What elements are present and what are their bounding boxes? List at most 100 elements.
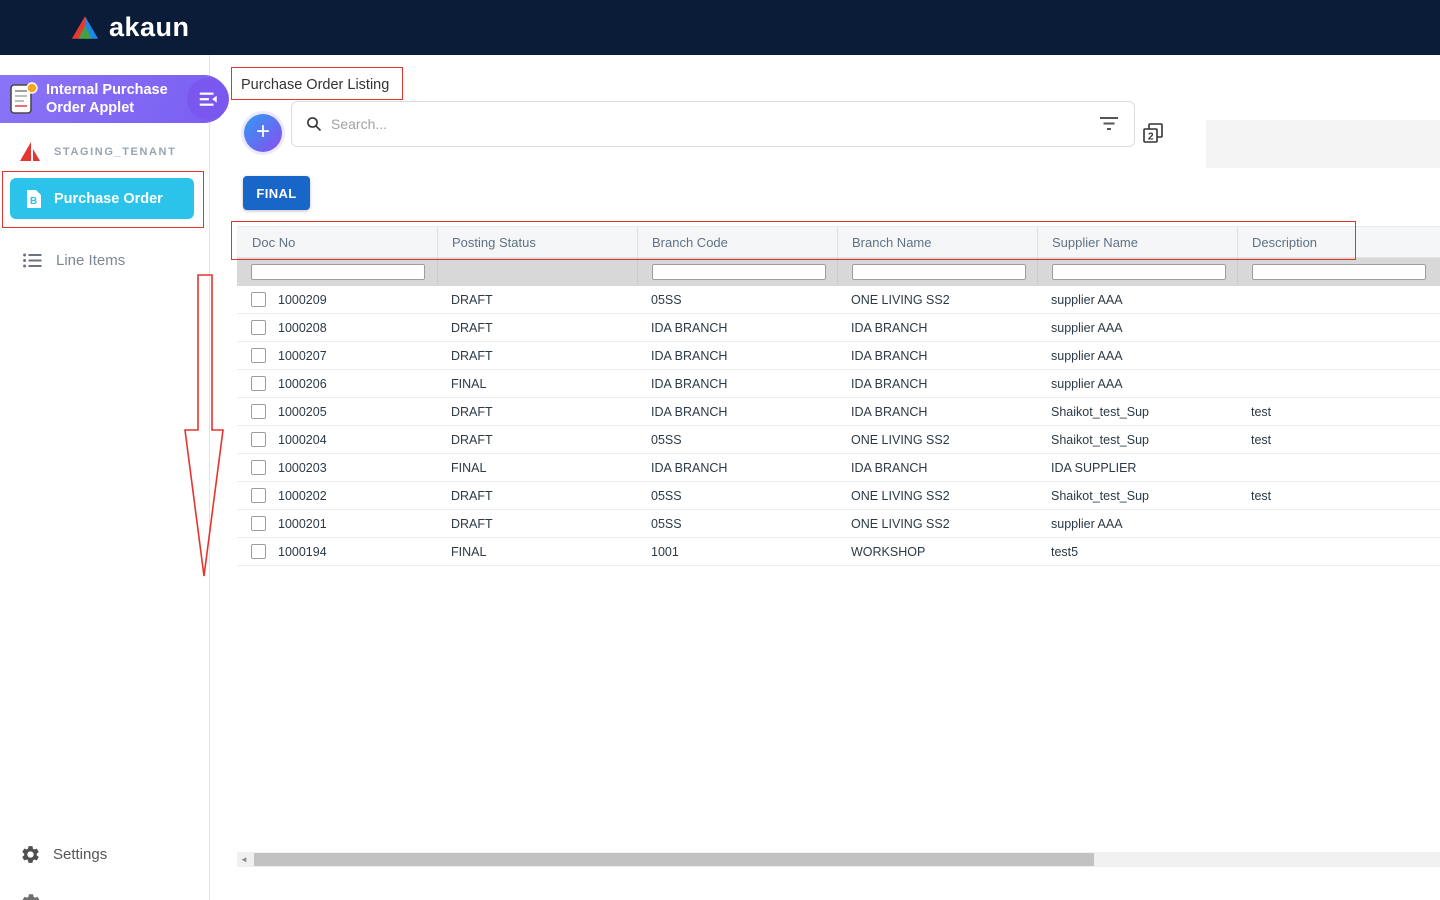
table-header-row: Doc No Posting Status Branch Code Branch… — [237, 226, 1440, 258]
row-checkbox[interactable] — [251, 516, 266, 531]
cell-branch-name: ONE LIVING SS2 — [837, 510, 1037, 537]
cell-supplier-name: supplier AAA — [1037, 286, 1237, 313]
cell-branch-code: IDA BRANCH — [637, 342, 837, 369]
row-checkbox[interactable] — [251, 404, 266, 419]
cell-branch-name: IDA BRANCH — [837, 342, 1037, 369]
cell-description: test — [1237, 398, 1440, 425]
table-row[interactable]: 1000207 DRAFT IDA BRANCH IDA BRANCH supp… — [237, 342, 1440, 370]
cell-doc-no: 1000207 — [278, 349, 327, 363]
pages-icon[interactable]: 2 — [1141, 121, 1165, 145]
cell-branch-name: IDA BRANCH — [837, 370, 1037, 397]
column-header-doc-no: Doc No — [237, 227, 437, 257]
cell-description — [1237, 510, 1440, 537]
logo-text: akaun — [109, 12, 190, 43]
cell-branch-code: IDA BRANCH — [637, 370, 837, 397]
cell-description — [1237, 314, 1440, 341]
column-header-posting-status: Posting Status — [437, 227, 637, 257]
tenant-row: STAGING_TENANT — [16, 139, 176, 165]
row-checkbox[interactable] — [251, 488, 266, 503]
cell-posting-status: DRAFT — [437, 510, 637, 537]
table-row[interactable]: 1000206 FINAL IDA BRANCH IDA BRANCH supp… — [237, 370, 1440, 398]
add-button[interactable]: + — [244, 114, 282, 152]
cell-doc-no: 1000208 — [278, 321, 327, 335]
cell-branch-code: 1001 — [637, 538, 837, 565]
cell-posting-status: FINAL — [437, 370, 637, 397]
cell-branch-name: ONE LIVING SS2 — [837, 482, 1037, 509]
filter-input-branch-name[interactable] — [852, 264, 1026, 280]
table-body: 1000209 DRAFT 05SS ONE LIVING SS2 suppli… — [237, 286, 1440, 566]
cell-doc-no: 1000201 — [278, 517, 327, 531]
search-bar — [291, 101, 1135, 147]
applet-icon — [4, 80, 42, 118]
cell-branch-code: IDA BRANCH — [637, 398, 837, 425]
final-filter-button[interactable]: FINAL — [243, 176, 310, 210]
cell-supplier-name: supplier AAA — [1037, 370, 1237, 397]
column-header-branch-code: Branch Code — [637, 227, 837, 257]
gear-icon — [20, 844, 41, 865]
filter-input-description[interactable] — [1252, 264, 1426, 280]
cell-branch-name: ONE LIVING SS2 — [837, 426, 1037, 453]
cell-supplier-name: Shaikot_test_Sup — [1037, 398, 1237, 425]
scroll-left-arrow[interactable]: ◄ — [237, 852, 251, 867]
row-checkbox[interactable] — [251, 348, 266, 363]
cell-posting-status: DRAFT — [437, 314, 637, 341]
table-row[interactable]: 1000209 DRAFT 05SS ONE LIVING SS2 suppli… — [237, 286, 1440, 314]
cell-supplier-name: IDA SUPPLIER — [1037, 454, 1237, 481]
cell-supplier-name: supplier AAA — [1037, 314, 1237, 341]
column-header-supplier-name: Supplier Name — [1037, 227, 1237, 257]
filter-input-doc-no[interactable] — [251, 264, 425, 280]
column-header-branch-name: Branch Name — [837, 227, 1037, 257]
table-filter-row — [237, 258, 1440, 286]
row-checkbox[interactable] — [251, 292, 266, 307]
sidebar-item-settings[interactable]: Settings — [0, 836, 210, 872]
cell-posting-status: FINAL — [437, 454, 637, 481]
cell-branch-name: WORKSHOP — [837, 538, 1037, 565]
search-input[interactable] — [331, 116, 1089, 132]
cell-posting-status: DRAFT — [437, 398, 637, 425]
purchase-order-table: Doc No Posting Status Branch Code Branch… — [237, 226, 1440, 566]
filter-icon[interactable] — [1098, 113, 1120, 135]
table-row[interactable]: 1000204 DRAFT 05SS ONE LIVING SS2 Shaiko… — [237, 426, 1440, 454]
page-title: Purchase Order Listing — [241, 77, 389, 93]
sidebar-toggle-button[interactable] — [187, 78, 229, 120]
menu-collapse-icon — [197, 88, 219, 110]
cell-posting-status: DRAFT — [437, 426, 637, 453]
row-checkbox[interactable] — [251, 320, 266, 335]
akaun-logo-icon — [70, 14, 100, 41]
cell-description — [1237, 538, 1440, 565]
table-row[interactable]: 1000208 DRAFT IDA BRANCH IDA BRANCH supp… — [237, 314, 1440, 342]
cell-description: test — [1237, 482, 1440, 509]
filter-input-supplier-name[interactable] — [1052, 264, 1226, 280]
table-row[interactable]: 1000202 DRAFT 05SS ONE LIVING SS2 Shaiko… — [237, 482, 1440, 510]
cell-branch-code: 05SS — [637, 510, 837, 537]
list-icon — [23, 253, 42, 268]
table-row[interactable]: 1000205 DRAFT IDA BRANCH IDA BRANCH Shai… — [237, 398, 1440, 426]
sidebar-item-line-items[interactable]: Line Items — [0, 243, 210, 277]
row-checkbox[interactable] — [251, 544, 266, 559]
table-row[interactable]: 1000194 FINAL 1001 WORKSHOP test5 — [237, 538, 1440, 566]
cell-branch-code: 05SS — [637, 286, 837, 313]
scrollbar-thumb[interactable] — [254, 853, 1094, 866]
cell-doc-no: 1000194 — [278, 545, 327, 559]
horizontal-scrollbar[interactable]: ◄ — [237, 852, 1440, 867]
filter-input-branch-code[interactable] — [652, 264, 826, 280]
cell-doc-no: 1000206 — [278, 377, 327, 391]
cell-branch-name: ONE LIVING SS2 — [837, 286, 1037, 313]
search-icon — [306, 116, 322, 132]
cell-branch-name: IDA BRANCH — [837, 454, 1037, 481]
applet-title: Internal Purchase Order Applet — [46, 81, 174, 117]
row-checkbox[interactable] — [251, 460, 266, 475]
akaun-logo: akaun — [70, 12, 190, 43]
table-row[interactable]: 1000203 FINAL IDA BRANCH IDA BRANCH IDA … — [237, 454, 1440, 482]
row-checkbox[interactable] — [251, 432, 266, 447]
cell-supplier-name: supplier AAA — [1037, 342, 1237, 369]
cell-posting-status: DRAFT — [437, 342, 637, 369]
row-checkbox[interactable] — [251, 376, 266, 391]
cell-branch-name: IDA BRANCH — [837, 314, 1037, 341]
sidebar-item-purchase-order[interactable]: B Purchase Order — [10, 178, 194, 219]
table-row[interactable]: 1000201 DRAFT 05SS ONE LIVING SS2 suppli… — [237, 510, 1440, 538]
cell-description — [1237, 454, 1440, 481]
top-bar: akaun — [0, 0, 1440, 55]
cell-doc-no: 1000205 — [278, 405, 327, 419]
sidebar-item-label: Line Items — [56, 252, 125, 269]
